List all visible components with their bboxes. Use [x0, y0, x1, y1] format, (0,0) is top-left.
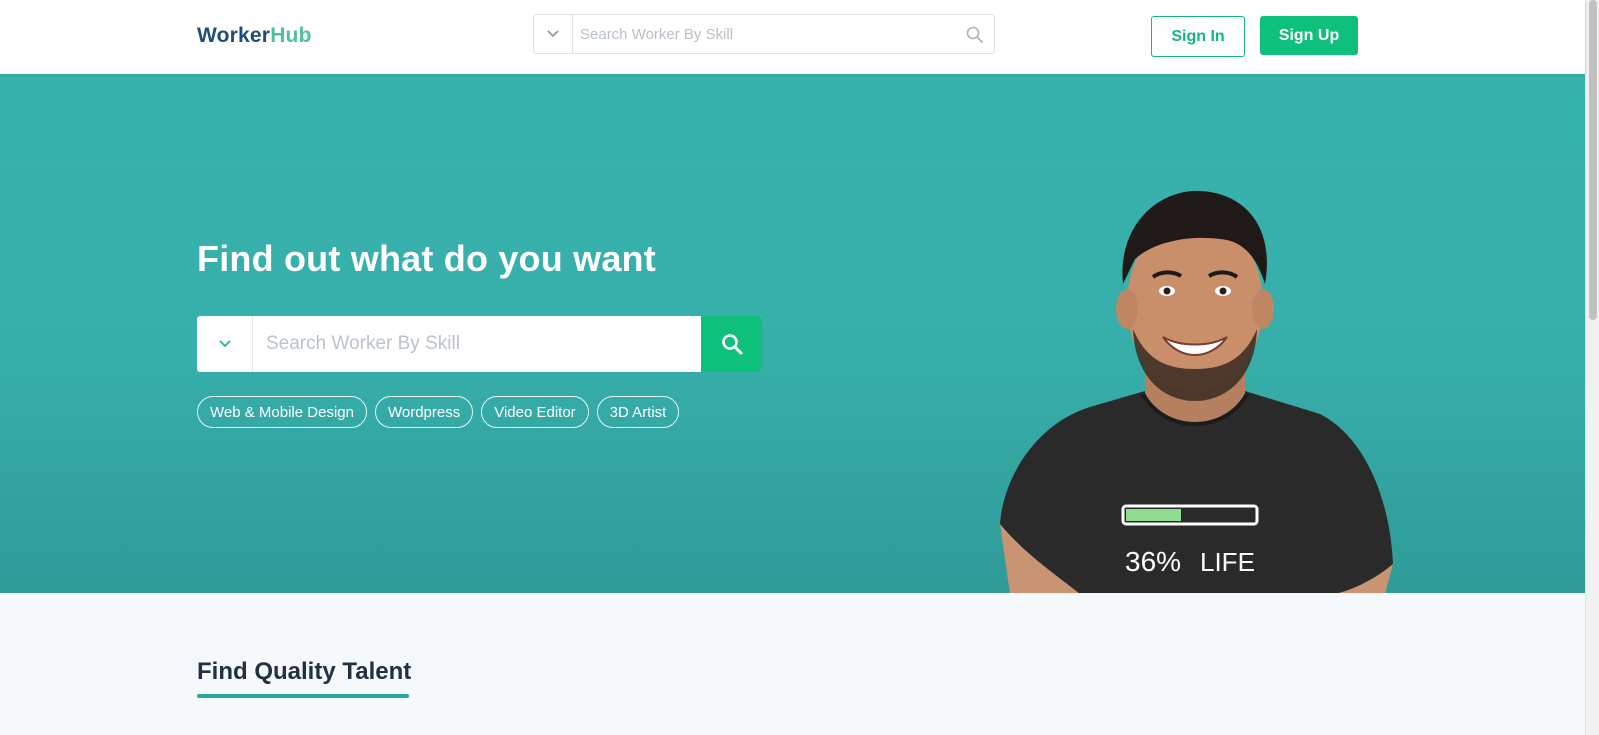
- hero-search-button[interactable]: [701, 316, 762, 372]
- tag-web-mobile-design[interactable]: Web & Mobile Design: [197, 396, 367, 428]
- chevron-down-icon: [547, 30, 559, 38]
- shirt-text-life: LIFE: [1200, 547, 1255, 577]
- chevron-down-icon: [218, 340, 231, 348]
- search-icon: [721, 334, 742, 355]
- tag-wordpress[interactable]: Wordpress: [374, 396, 474, 428]
- header-category-dropdown[interactable]: [534, 15, 573, 53]
- tag-3d-artist[interactable]: 3D Artist: [596, 396, 680, 428]
- header-search-input[interactable]: [574, 15, 966, 53]
- hero-category-dropdown[interactable]: [197, 316, 253, 372]
- header-search-bar: [533, 14, 995, 54]
- shirt-text-percent: 36%: [1125, 546, 1181, 577]
- logo-text-hub: Hub: [270, 24, 312, 47]
- search-icon[interactable]: [966, 26, 984, 44]
- page-scrollbar[interactable]: [1585, 0, 1599, 735]
- hero-person-image: 36% LIFE: [1000, 190, 1393, 593]
- scrollbar-thumb[interactable]: [1589, 0, 1597, 320]
- sign-in-button[interactable]: Sign In: [1151, 16, 1245, 57]
- section-title: Find Quality Talent: [197, 658, 412, 685]
- sign-up-button[interactable]: Sign Up: [1260, 16, 1358, 55]
- popular-skill-tags: Web & Mobile Design Wordpress Video Edit…: [197, 396, 680, 428]
- hero-search-input[interactable]: [254, 316, 700, 372]
- logo[interactable]: WorkerHub: [197, 24, 312, 48]
- hero-title: Find out what do you want: [197, 238, 656, 279]
- top-navbar: WorkerHub Sign In Sign Up: [0, 0, 1585, 74]
- logo-text-worker: Worker: [197, 24, 271, 47]
- hero-banner: Find out what do you want Web & Mobile D…: [0, 74, 1585, 593]
- section-title-underline: [197, 694, 409, 698]
- tag-video-editor[interactable]: Video Editor: [481, 396, 589, 428]
- hero-search-bar: [197, 316, 762, 372]
